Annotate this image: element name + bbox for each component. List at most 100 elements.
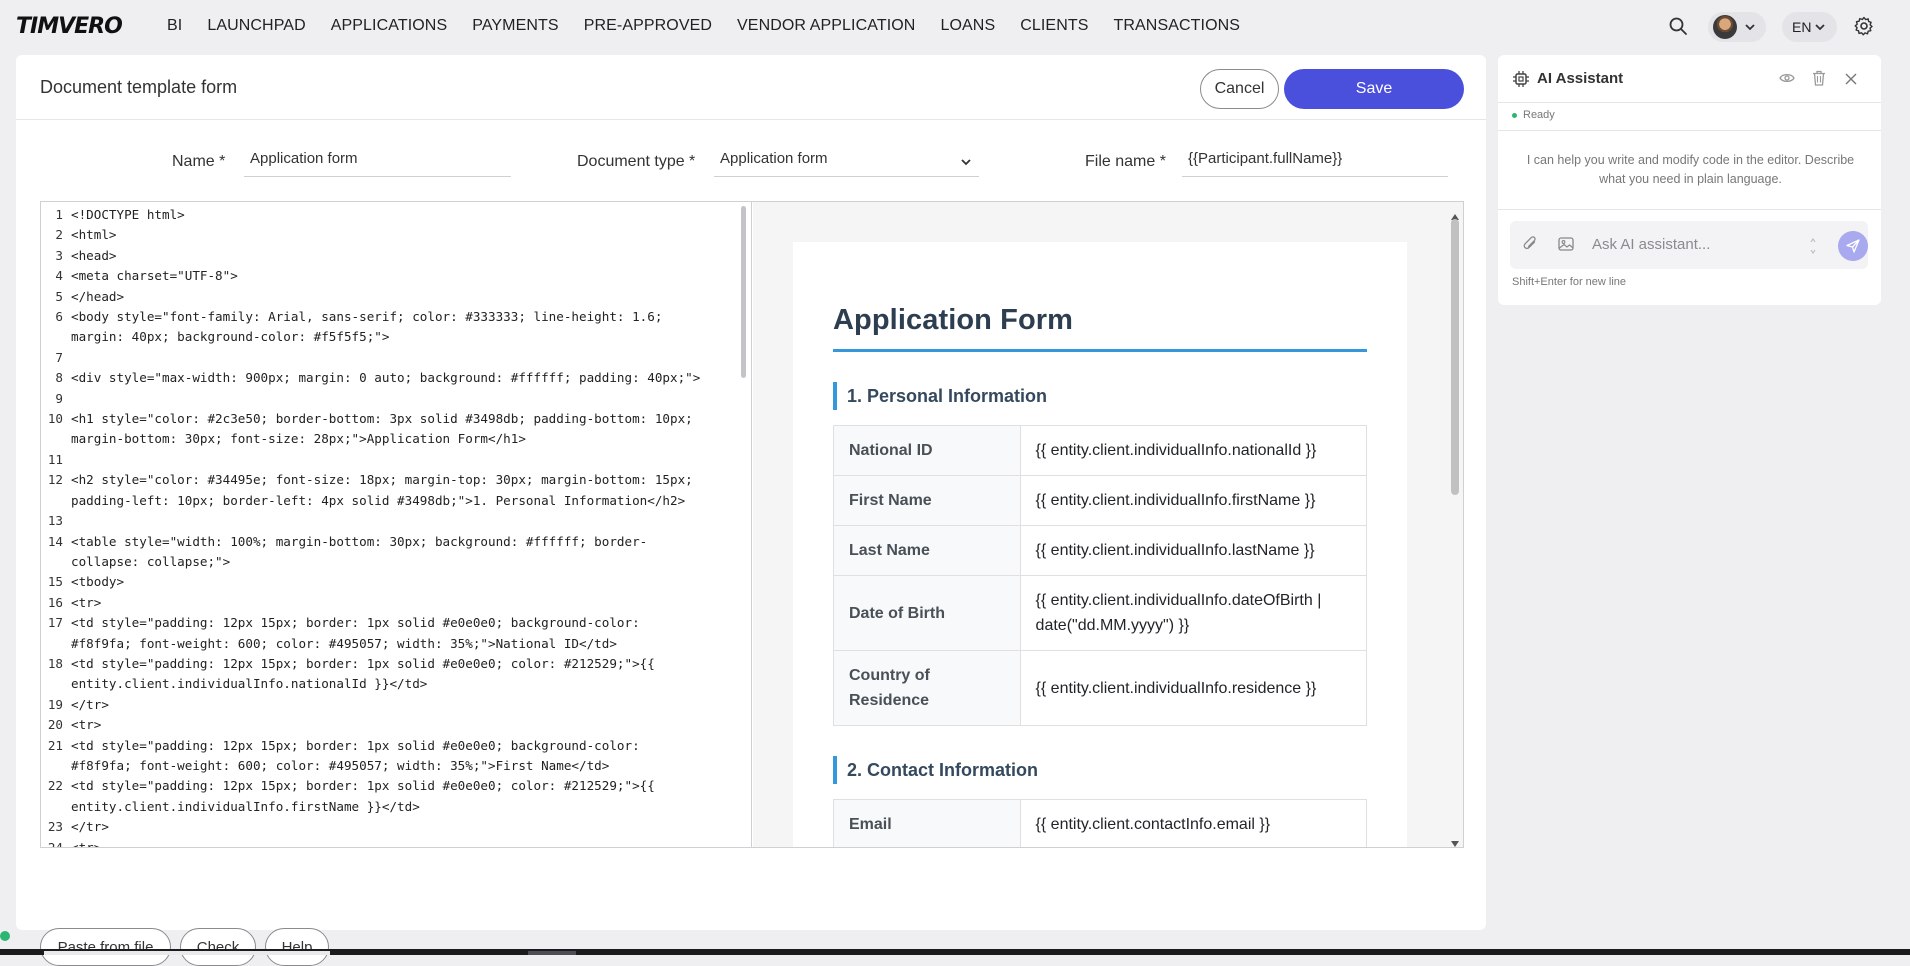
cancel-button[interactable]: Cancel bbox=[1200, 69, 1279, 109]
code-text: <h2 style="color: #34495e; font-size: 18… bbox=[71, 472, 693, 508]
field-label-cell: Last Name bbox=[833, 525, 1021, 576]
field-label-cell: First Name bbox=[833, 475, 1021, 526]
nav-item[interactable]: CLIENTS bbox=[1020, 17, 1088, 35]
language-selector[interactable]: EN bbox=[1782, 12, 1837, 42]
user-menu[interactable] bbox=[1708, 12, 1766, 42]
document-type-value: Application form bbox=[720, 150, 828, 167]
nav-item[interactable]: LAUNCHPAD bbox=[207, 17, 305, 35]
line-number: 21 bbox=[47, 737, 63, 753]
code-scrollbar[interactable] bbox=[740, 206, 748, 843]
line-number: 20 bbox=[47, 717, 63, 733]
code-line: 23 </tr> bbox=[41, 817, 751, 837]
line-number: 19 bbox=[47, 696, 63, 712]
bottom-bar-segment bbox=[44, 951, 330, 955]
code-text: <table style="width: 100%; margin-bottom… bbox=[71, 533, 648, 569]
check-button[interactable]: Check bbox=[180, 928, 256, 966]
code-text: <div style="max-width: 900px; margin: 0 … bbox=[71, 370, 701, 386]
paste-from-file-button[interactable]: Paste from file bbox=[40, 928, 171, 966]
code-line: 8 <div style="max-width: 900px; margin: 0… bbox=[41, 368, 751, 388]
line-number: 6 bbox=[55, 309, 63, 325]
page-title: Document template form bbox=[40, 77, 238, 97]
code-line: 19 </tr> bbox=[41, 695, 751, 715]
line-number: 9 bbox=[55, 390, 63, 406]
code-line: 6 <body style="font-family: Arial, sans-s… bbox=[41, 307, 751, 348]
image-icon[interactable] bbox=[1558, 236, 1574, 257]
editor-split-view: 1 <!DOCTYPE html> 2 <html> 3 <head> 4 <meta cha… bbox=[40, 201, 1464, 848]
nav-item[interactable]: VENDOR APPLICATION bbox=[737, 17, 915, 35]
line-number: 10 bbox=[47, 411, 63, 427]
trash-icon[interactable] bbox=[1812, 70, 1826, 91]
field-label-cell: Email bbox=[833, 799, 1021, 847]
field-value-cell: {{ entity.client.individualInfo.firstNam… bbox=[1019, 475, 1368, 526]
nav-item[interactable]: BI bbox=[167, 17, 182, 35]
code-line: 10 <h1 style="color: #2c3e50; border-bott… bbox=[41, 409, 751, 450]
chevron-down-icon bbox=[1745, 23, 1755, 31]
preview-title: Application Form bbox=[833, 242, 1367, 352]
code-line: 24<tr> bbox=[41, 838, 751, 847]
ai-message-input[interactable]: Ask AI assistant... bbox=[1592, 236, 1710, 253]
send-button[interactable] bbox=[1838, 231, 1868, 261]
gear-icon[interactable] bbox=[1853, 15, 1875, 37]
search-icon[interactable] bbox=[1666, 14, 1690, 38]
nav-item[interactable]: TRANSACTIONS bbox=[1114, 17, 1241, 35]
table-row: First Name{{ entity.client.individualInf… bbox=[833, 475, 1368, 526]
table-row: Email{{ entity.client.contactInfo.email … bbox=[833, 799, 1368, 847]
file-name-field[interactable]: {{Participant.fullName}} bbox=[1182, 141, 1448, 177]
code-text: <td style="padding: 12px 15px; border: 1… bbox=[71, 737, 640, 773]
code-text: </head> bbox=[71, 288, 125, 304]
field-value-cell: {{ entity.client.contactInfo.email }} bbox=[1019, 799, 1368, 847]
code-text: <tr> bbox=[65, 838, 725, 847]
code-editor[interactable]: 1 <!DOCTYPE html> 2 <html> 3 <head> 4 <meta cha… bbox=[41, 202, 752, 847]
code-line: 3 <head> bbox=[41, 246, 751, 266]
line-number: 18 bbox=[47, 655, 63, 671]
code-text: <meta charset="UTF-8"> bbox=[71, 268, 238, 284]
scroll-down-icon[interactable] bbox=[1451, 834, 1459, 847]
line-number: 16 bbox=[47, 594, 63, 610]
nav-item[interactable]: LOANS bbox=[940, 17, 995, 35]
nav-item[interactable]: PAYMENTS bbox=[472, 17, 558, 35]
nav-item[interactable]: APPLICATIONS bbox=[331, 17, 448, 35]
paperclip-icon[interactable] bbox=[1523, 236, 1539, 259]
chevron-down-icon bbox=[1815, 23, 1826, 31]
divider bbox=[1498, 209, 1881, 210]
language-label: EN bbox=[1792, 19, 1812, 35]
code-text: <td style="padding: 12px 15px; border: 1… bbox=[71, 655, 655, 692]
line-number: 2 bbox=[55, 227, 63, 243]
code-line: 17 <td style="padding: 12px 15px; border:… bbox=[41, 613, 751, 654]
save-button[interactable]: Save bbox=[1284, 69, 1464, 109]
send-icon bbox=[1846, 239, 1860, 253]
nav-item[interactable]: PRE-APPROVED bbox=[584, 17, 712, 35]
field-value-cell: {{ entity.client.individualInfo.lastName… bbox=[1019, 525, 1368, 576]
code-line: 2 <html> bbox=[41, 225, 751, 245]
code-line: 16 <tr> bbox=[41, 593, 751, 613]
timvero-logo[interactable]: TIMVERO bbox=[16, 14, 123, 39]
status-dot bbox=[1512, 112, 1517, 118]
eye-icon[interactable] bbox=[1779, 71, 1795, 90]
chevron-down-icon bbox=[961, 153, 971, 170]
line-number: 15 bbox=[47, 574, 63, 590]
name-field[interactable]: Application form bbox=[244, 141, 511, 177]
field-label-cell: National ID bbox=[833, 425, 1021, 476]
line-number: 7 bbox=[55, 349, 63, 365]
field-value-cell: {{ entity.client.individualInfo.national… bbox=[1019, 425, 1368, 476]
code-text: <td style="padding: 12px 15px; border: 1… bbox=[71, 778, 655, 814]
code-line: 7 bbox=[41, 348, 751, 368]
field-label-cell: Date of Birth bbox=[833, 575, 1021, 651]
line-number: 8 bbox=[55, 370, 63, 386]
document-type-select[interactable]: Application form bbox=[714, 141, 979, 177]
code-line: 1 <!DOCTYPE html> bbox=[41, 205, 751, 225]
preview-section-heading: 2. Contact Information bbox=[833, 756, 1367, 784]
help-button[interactable]: Help bbox=[265, 928, 329, 966]
code-line: 21 <td style="padding: 12px 15px; border:… bbox=[41, 736, 751, 777]
scrollbar-thumb[interactable] bbox=[1451, 219, 1459, 495]
chip-icon bbox=[1512, 70, 1530, 93]
code-text: <tbody> bbox=[71, 574, 125, 590]
resize-handle-icon[interactable] bbox=[1810, 237, 1816, 260]
contact-info-table: Email{{ entity.client.contactInfo.email … bbox=[833, 799, 1368, 847]
preview-scrollbar[interactable] bbox=[1447, 202, 1463, 847]
bottom-bar bbox=[0, 949, 1910, 955]
close-icon[interactable] bbox=[1845, 72, 1857, 90]
